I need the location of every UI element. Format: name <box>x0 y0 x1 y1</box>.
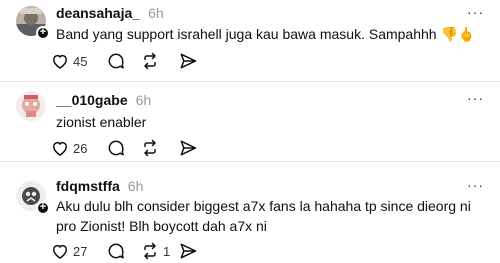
comment-icon <box>108 243 124 259</box>
like-button[interactable]: 45 <box>50 51 106 71</box>
follow-plus-icon[interactable]: + <box>36 26 50 40</box>
post: + fdqmstffa 6h ··· Aku dulu blh consider… <box>0 160 500 263</box>
reply-button[interactable] <box>106 138 140 158</box>
avatar-image <box>16 91 46 121</box>
threads-feed: + deansahaja_ 6h ··· Band yang support i… <box>0 0 500 263</box>
username[interactable]: __010gabe <box>56 92 128 108</box>
send-icon <box>180 140 197 156</box>
follow-plus-icon[interactable]: + <box>36 201 50 215</box>
repost-button[interactable] <box>140 138 178 158</box>
username[interactable]: fdqmstffa <box>56 178 120 194</box>
more-icon[interactable]: ··· <box>467 90 484 106</box>
post-actions: 45 <box>50 51 198 71</box>
like-button[interactable]: 26 <box>50 138 106 158</box>
heart-icon <box>52 244 68 259</box>
avatar[interactable]: + <box>16 181 50 215</box>
post-header: __010gabe 6h <box>56 92 151 108</box>
like-button[interactable]: 27 <box>50 241 106 261</box>
comment-icon <box>108 53 124 69</box>
share-button[interactable] <box>178 241 198 261</box>
like-count: 45 <box>73 53 88 69</box>
post-text: Band yang support israhell juga kau bawa… <box>56 26 476 42</box>
post-text: Aku dulu blh consider biggest a7x fans l… <box>56 198 471 234</box>
share-button[interactable] <box>178 138 198 158</box>
timestamp: 6h <box>127 178 144 194</box>
share-button[interactable] <box>178 51 198 71</box>
repost-icon <box>144 139 156 157</box>
timestamp: 6h <box>148 5 164 21</box>
reply-button[interactable] <box>106 241 140 261</box>
post-header: fdqmstffa 6h <box>56 178 143 194</box>
timestamp: 6h <box>135 92 152 108</box>
heart-icon <box>52 141 68 156</box>
more-icon[interactable]: ··· <box>467 4 484 20</box>
username[interactable]: deansahaja_ <box>56 5 140 21</box>
repost-button[interactable]: 1 <box>140 241 178 261</box>
send-icon <box>180 243 197 259</box>
heart-icon <box>52 54 68 69</box>
more-icon[interactable]: ··· <box>467 177 484 193</box>
repost-count: 1 <box>163 243 171 259</box>
repost-icon <box>144 52 156 70</box>
repost-button[interactable] <box>140 51 178 71</box>
repost-icon <box>144 242 156 260</box>
post: __010gabe 6h ··· zionist enabler 26 <box>0 80 500 160</box>
post-header: deansahaja_ 6h <box>56 5 164 21</box>
post: + deansahaja_ 6h ··· Band yang support i… <box>0 0 500 80</box>
post-actions: 26 <box>50 138 198 158</box>
avatar[interactable] <box>16 91 46 121</box>
like-count: 26 <box>73 140 88 156</box>
post-text: zionist enabler <box>56 114 147 130</box>
comment-icon <box>108 140 124 156</box>
reply-button[interactable] <box>106 51 140 71</box>
send-icon <box>180 53 197 69</box>
avatar[interactable]: + <box>16 6 50 40</box>
post-actions: 27 1 <box>50 241 198 261</box>
like-count: 27 <box>73 243 88 259</box>
